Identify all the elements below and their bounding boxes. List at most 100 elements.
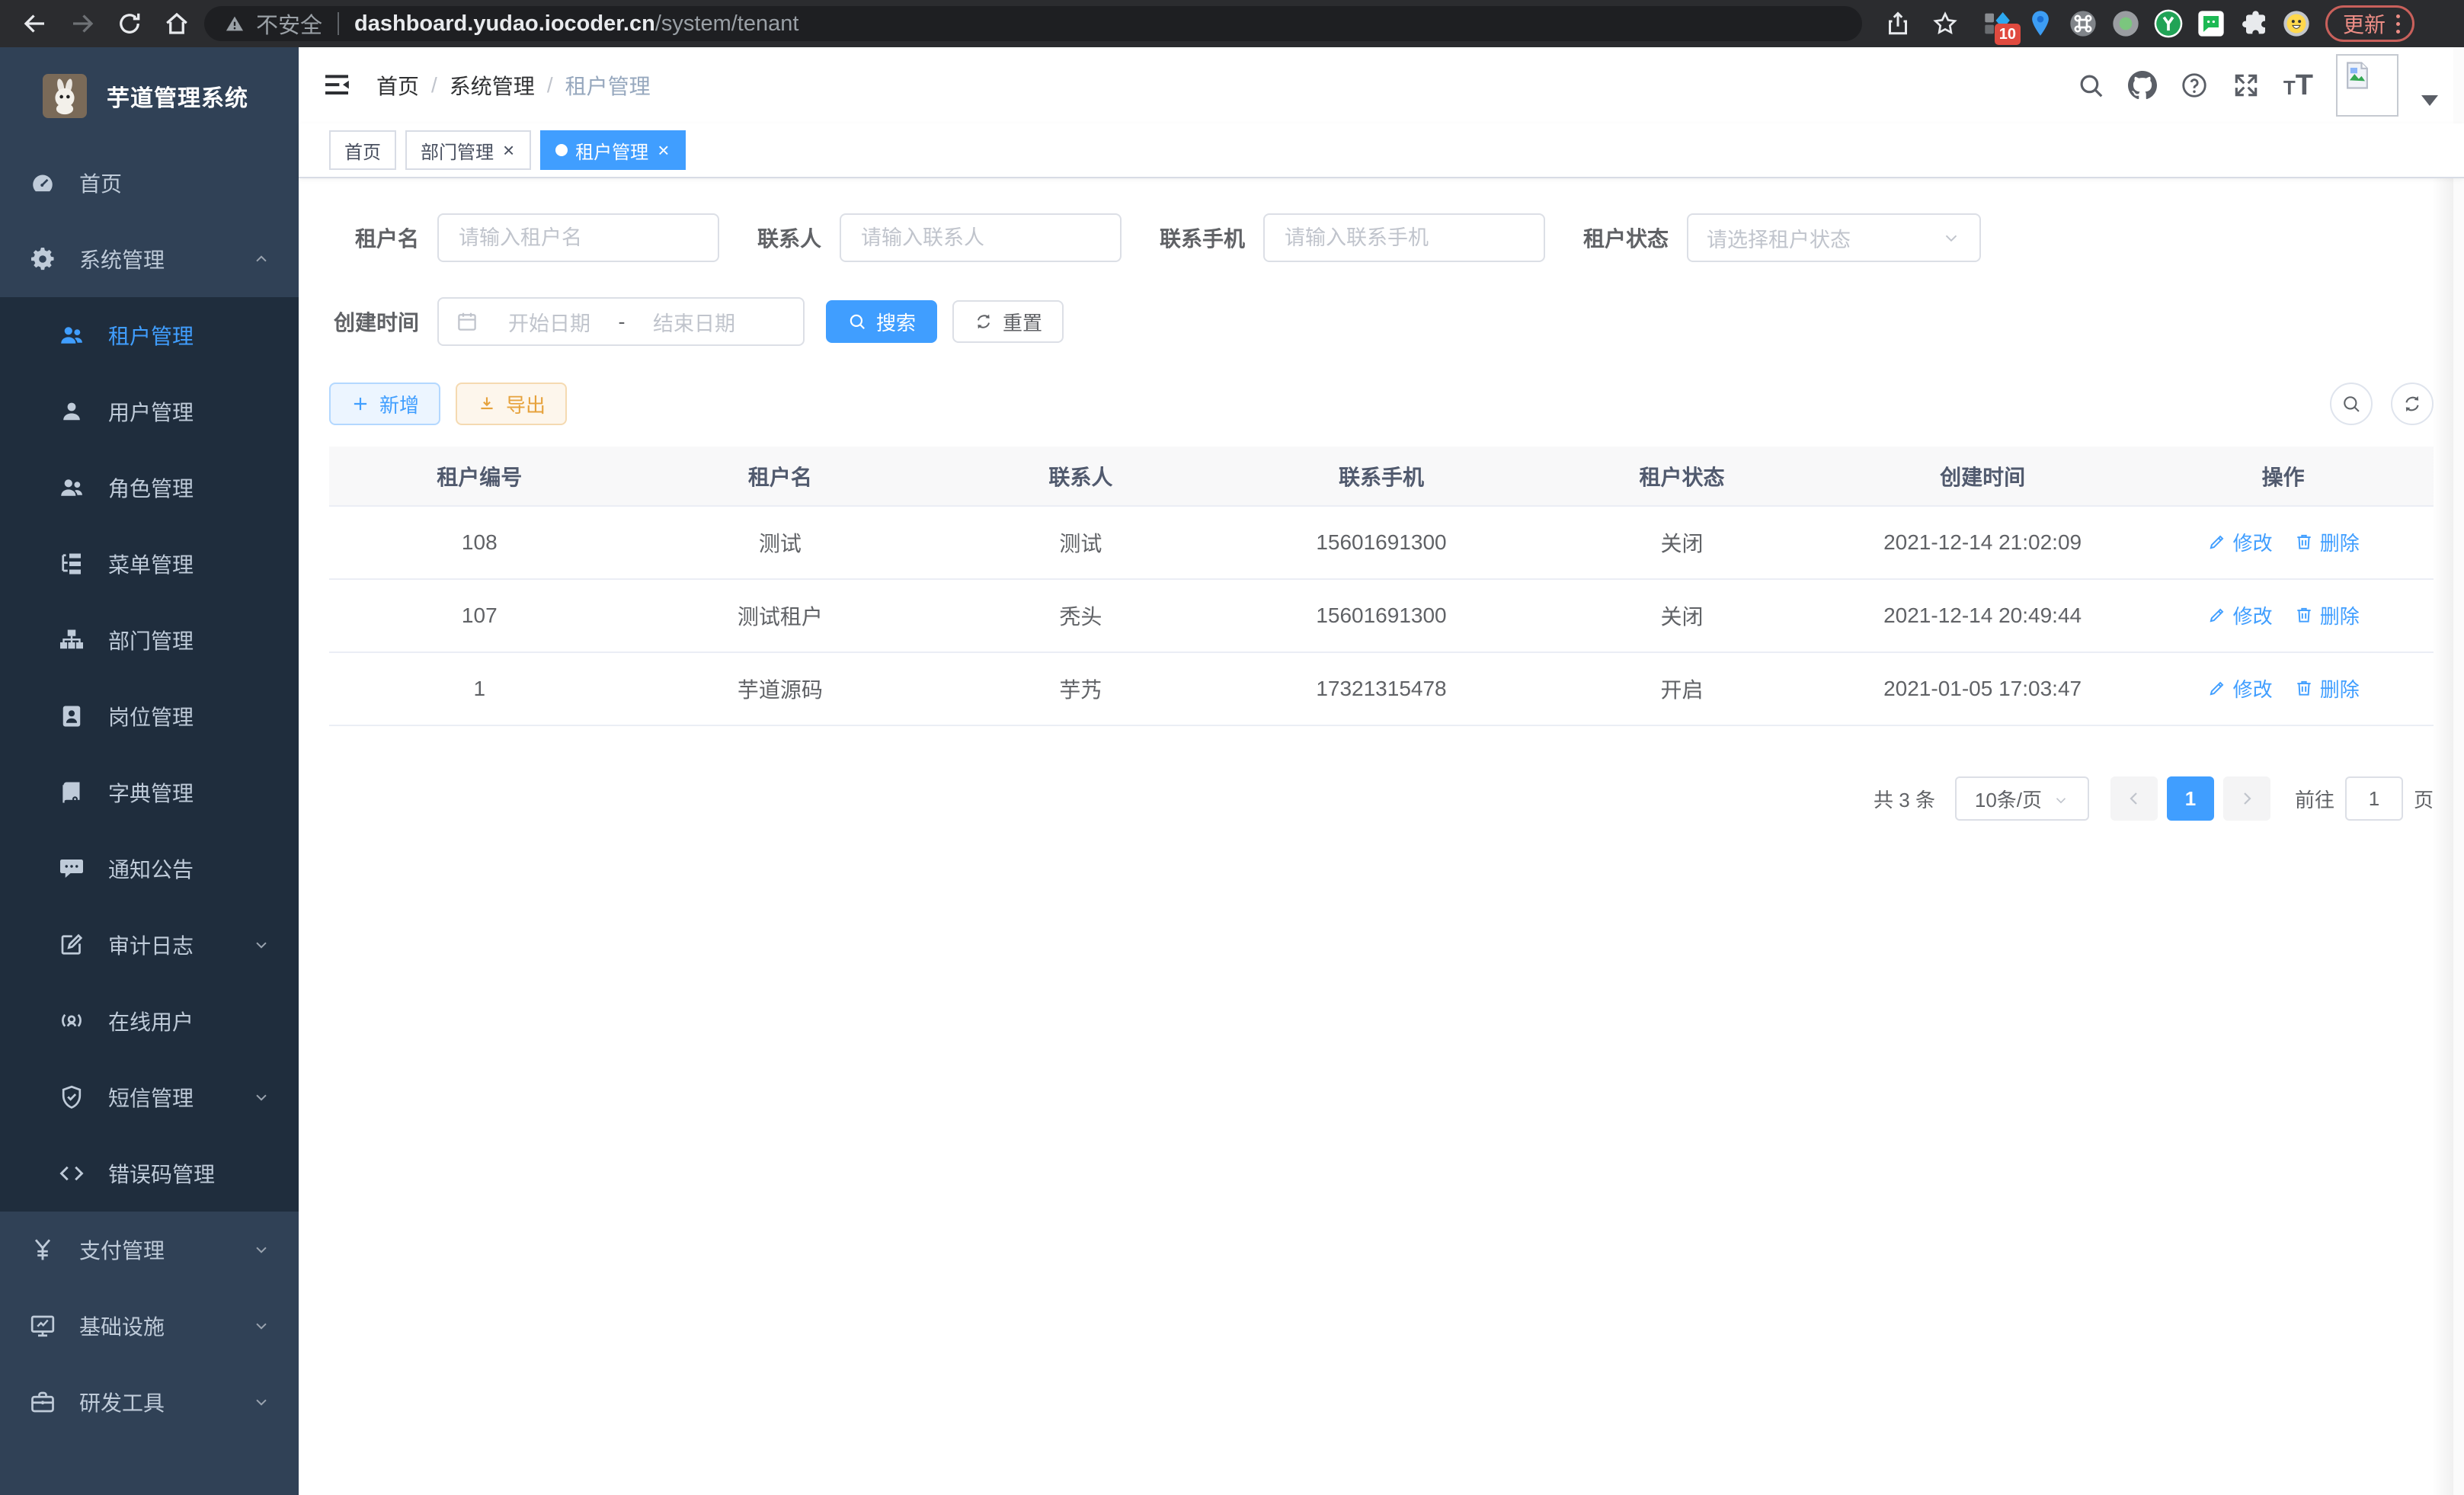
sidebar-item-label: 基础设施 bbox=[79, 1311, 165, 1341]
puzzle-extension-icon[interactable] bbox=[2238, 8, 2269, 39]
browser-nav-buttons bbox=[0, 10, 190, 37]
bookmark-star-icon[interactable] bbox=[1931, 10, 1959, 37]
sidebar-logo-row[interactable]: 芋道管理系统 bbox=[0, 47, 299, 145]
sidebar-item-audit-log[interactable]: 审计日志 bbox=[0, 907, 299, 983]
calendar-icon bbox=[456, 310, 478, 333]
sidebar-item-pay-management[interactable]: 支付管理 bbox=[0, 1212, 299, 1288]
page-scrollbar[interactable] bbox=[2453, 47, 2464, 1495]
sidebar-item-dict-management[interactable]: 字典管理 bbox=[0, 754, 299, 831]
show-search-button[interactable] bbox=[2330, 383, 2373, 425]
pin-extension-icon[interactable] bbox=[2025, 8, 2056, 39]
chat-extension-icon[interactable] bbox=[2196, 8, 2226, 39]
tab-tenant-management[interactable]: 租户管理× bbox=[540, 130, 686, 170]
browser-menu-icon[interactable] bbox=[2393, 14, 2403, 34]
fullscreen-icon[interactable] bbox=[2232, 71, 2261, 100]
close-icon[interactable]: × bbox=[501, 140, 516, 160]
github-icon[interactable] bbox=[2128, 71, 2157, 100]
home-icon[interactable] bbox=[163, 10, 190, 37]
edit-button[interactable]: 修改 bbox=[2207, 601, 2273, 629]
trash-icon bbox=[2294, 678, 2314, 698]
reset-button[interactable]: 重置 bbox=[952, 300, 1064, 343]
cell-status: 开启 bbox=[1531, 652, 1832, 725]
sidebar-item-user-management[interactable]: 用户管理 bbox=[0, 373, 299, 450]
dict-icon bbox=[58, 779, 85, 806]
end-date-placeholder[interactable]: 结束日期 bbox=[637, 307, 751, 337]
sidebar-item-label: 系统管理 bbox=[79, 244, 165, 274]
sidebar-collapse-icon[interactable] bbox=[322, 70, 352, 101]
sidebar-item-label: 研发工具 bbox=[79, 1387, 165, 1417]
contact-input[interactable] bbox=[840, 213, 1122, 262]
sidebar-item-dept-management[interactable]: 部门管理 bbox=[0, 602, 299, 678]
font-size-icon[interactable]: TT bbox=[2283, 69, 2313, 102]
help-icon[interactable] bbox=[2180, 71, 2209, 100]
phone-input[interactable] bbox=[1263, 213, 1545, 262]
breadcrumb-item-home[interactable]: 首页 bbox=[376, 70, 419, 101]
sidebar-item-online-user[interactable]: 在线用户 bbox=[0, 983, 299, 1059]
filter-row-2: 创建时间 开始日期 - 结束日期 搜索 bbox=[329, 297, 2434, 346]
back-icon[interactable] bbox=[21, 10, 49, 37]
goto-page-input[interactable] bbox=[2345, 776, 2403, 821]
status-select[interactable]: 请选择租户状态 bbox=[1687, 213, 1981, 262]
command-extension-icon[interactable] bbox=[2068, 8, 2098, 39]
tenant-name-input[interactable] bbox=[437, 213, 719, 262]
delete-button[interactable]: 删除 bbox=[2294, 601, 2360, 629]
create-time-range-picker[interactable]: 开始日期 - 结束日期 bbox=[437, 297, 805, 346]
search-button[interactable]: 搜索 bbox=[826, 300, 937, 343]
sidebar-item-label: 租户管理 bbox=[108, 320, 194, 351]
sidebar-item-notice[interactable]: 通知公告 bbox=[0, 831, 299, 907]
page-size-select[interactable]: 10条/页 bbox=[1955, 776, 2089, 821]
security-label[interactable]: 不安全 bbox=[256, 8, 322, 40]
record-extension-icon[interactable] bbox=[2110, 8, 2141, 39]
sidebar-item-system-management[interactable]: 系统管理 bbox=[0, 221, 299, 297]
delete-button[interactable]: 删除 bbox=[2294, 528, 2360, 556]
forward-icon[interactable] bbox=[69, 10, 96, 37]
edit-button[interactable]: 修改 bbox=[2207, 528, 2273, 556]
tab-dept-management[interactable]: 部门管理× bbox=[405, 130, 531, 170]
avatar-dropdown-icon[interactable] bbox=[2421, 95, 2438, 106]
browser-update-button[interactable]: 更新 bbox=[2325, 5, 2414, 42]
edit-label: 修改 bbox=[2233, 601, 2273, 629]
reload-icon[interactable] bbox=[116, 10, 143, 37]
address-bar[interactable]: 不安全 dashboard.yudao.iocoder.cn/system/te… bbox=[204, 6, 1862, 41]
breadcrumb-separator: / bbox=[431, 73, 437, 98]
sidebar-item-tenant-management[interactable]: 租户管理 bbox=[0, 297, 299, 373]
insecure-warning-icon[interactable] bbox=[224, 13, 245, 34]
page-size-value: 10条/页 bbox=[1975, 785, 2042, 813]
sidebar-item-error-code-management[interactable]: 错误码管理 bbox=[0, 1135, 299, 1212]
close-icon[interactable]: × bbox=[656, 140, 670, 160]
sidebar-item-menu-management[interactable]: 菜单管理 bbox=[0, 526, 299, 602]
sidebar-item-dev-tools[interactable]: 研发工具 bbox=[0, 1364, 299, 1440]
column-header: 创建时间 bbox=[1832, 447, 2133, 506]
breadcrumb: 首页/系统管理/租户管理 bbox=[376, 70, 651, 101]
pencil-icon bbox=[2207, 532, 2227, 552]
cell-name: 测试 bbox=[630, 506, 931, 579]
delete-button[interactable]: 删除 bbox=[2294, 674, 2360, 703]
tab-home[interactable]: 首页 bbox=[329, 130, 396, 170]
code-icon bbox=[58, 1160, 85, 1187]
breadcrumb-item-tenant-management: 租户管理 bbox=[565, 70, 651, 101]
sidebar-item-sms-management[interactable]: 短信管理 bbox=[0, 1059, 299, 1135]
emoji-extension-icon[interactable] bbox=[2281, 8, 2312, 39]
edit-button[interactable]: 修改 bbox=[2207, 674, 2273, 703]
page-number-button[interactable]: 1 bbox=[2167, 776, 2214, 821]
header-search-icon[interactable] bbox=[2076, 71, 2105, 100]
sidebar-item-post-management[interactable]: 岗位管理 bbox=[0, 678, 299, 754]
refresh-table-button[interactable] bbox=[2391, 383, 2434, 425]
y-extension-icon[interactable] bbox=[2153, 8, 2184, 39]
next-page-button[interactable] bbox=[2223, 776, 2270, 821]
table-header: 租户编号租户名联系人联系手机租户状态创建时间操作 bbox=[329, 447, 2434, 506]
breadcrumb-item-system-management[interactable]: 系统管理 bbox=[450, 70, 535, 101]
cell-id: 108 bbox=[329, 506, 630, 579]
chevron-down-icon bbox=[251, 1316, 271, 1336]
sketch-extension-icon[interactable]: 10 bbox=[1982, 8, 2013, 39]
start-date-placeholder[interactable]: 开始日期 bbox=[492, 307, 606, 337]
avatar[interactable] bbox=[2336, 54, 2398, 117]
sidebar-item-infrastructure[interactable]: 基础设施 bbox=[0, 1288, 299, 1364]
prev-page-button[interactable] bbox=[2110, 776, 2158, 821]
sidebar-item-role-management[interactable]: 角色管理 bbox=[0, 450, 299, 526]
sidebar-item-home[interactable]: 首页 bbox=[0, 145, 299, 221]
cell-phone: 17321315478 bbox=[1231, 652, 1532, 725]
add-button[interactable]: 新增 bbox=[329, 383, 440, 425]
export-button[interactable]: 导出 bbox=[456, 383, 567, 425]
share-icon[interactable] bbox=[1884, 10, 1912, 37]
